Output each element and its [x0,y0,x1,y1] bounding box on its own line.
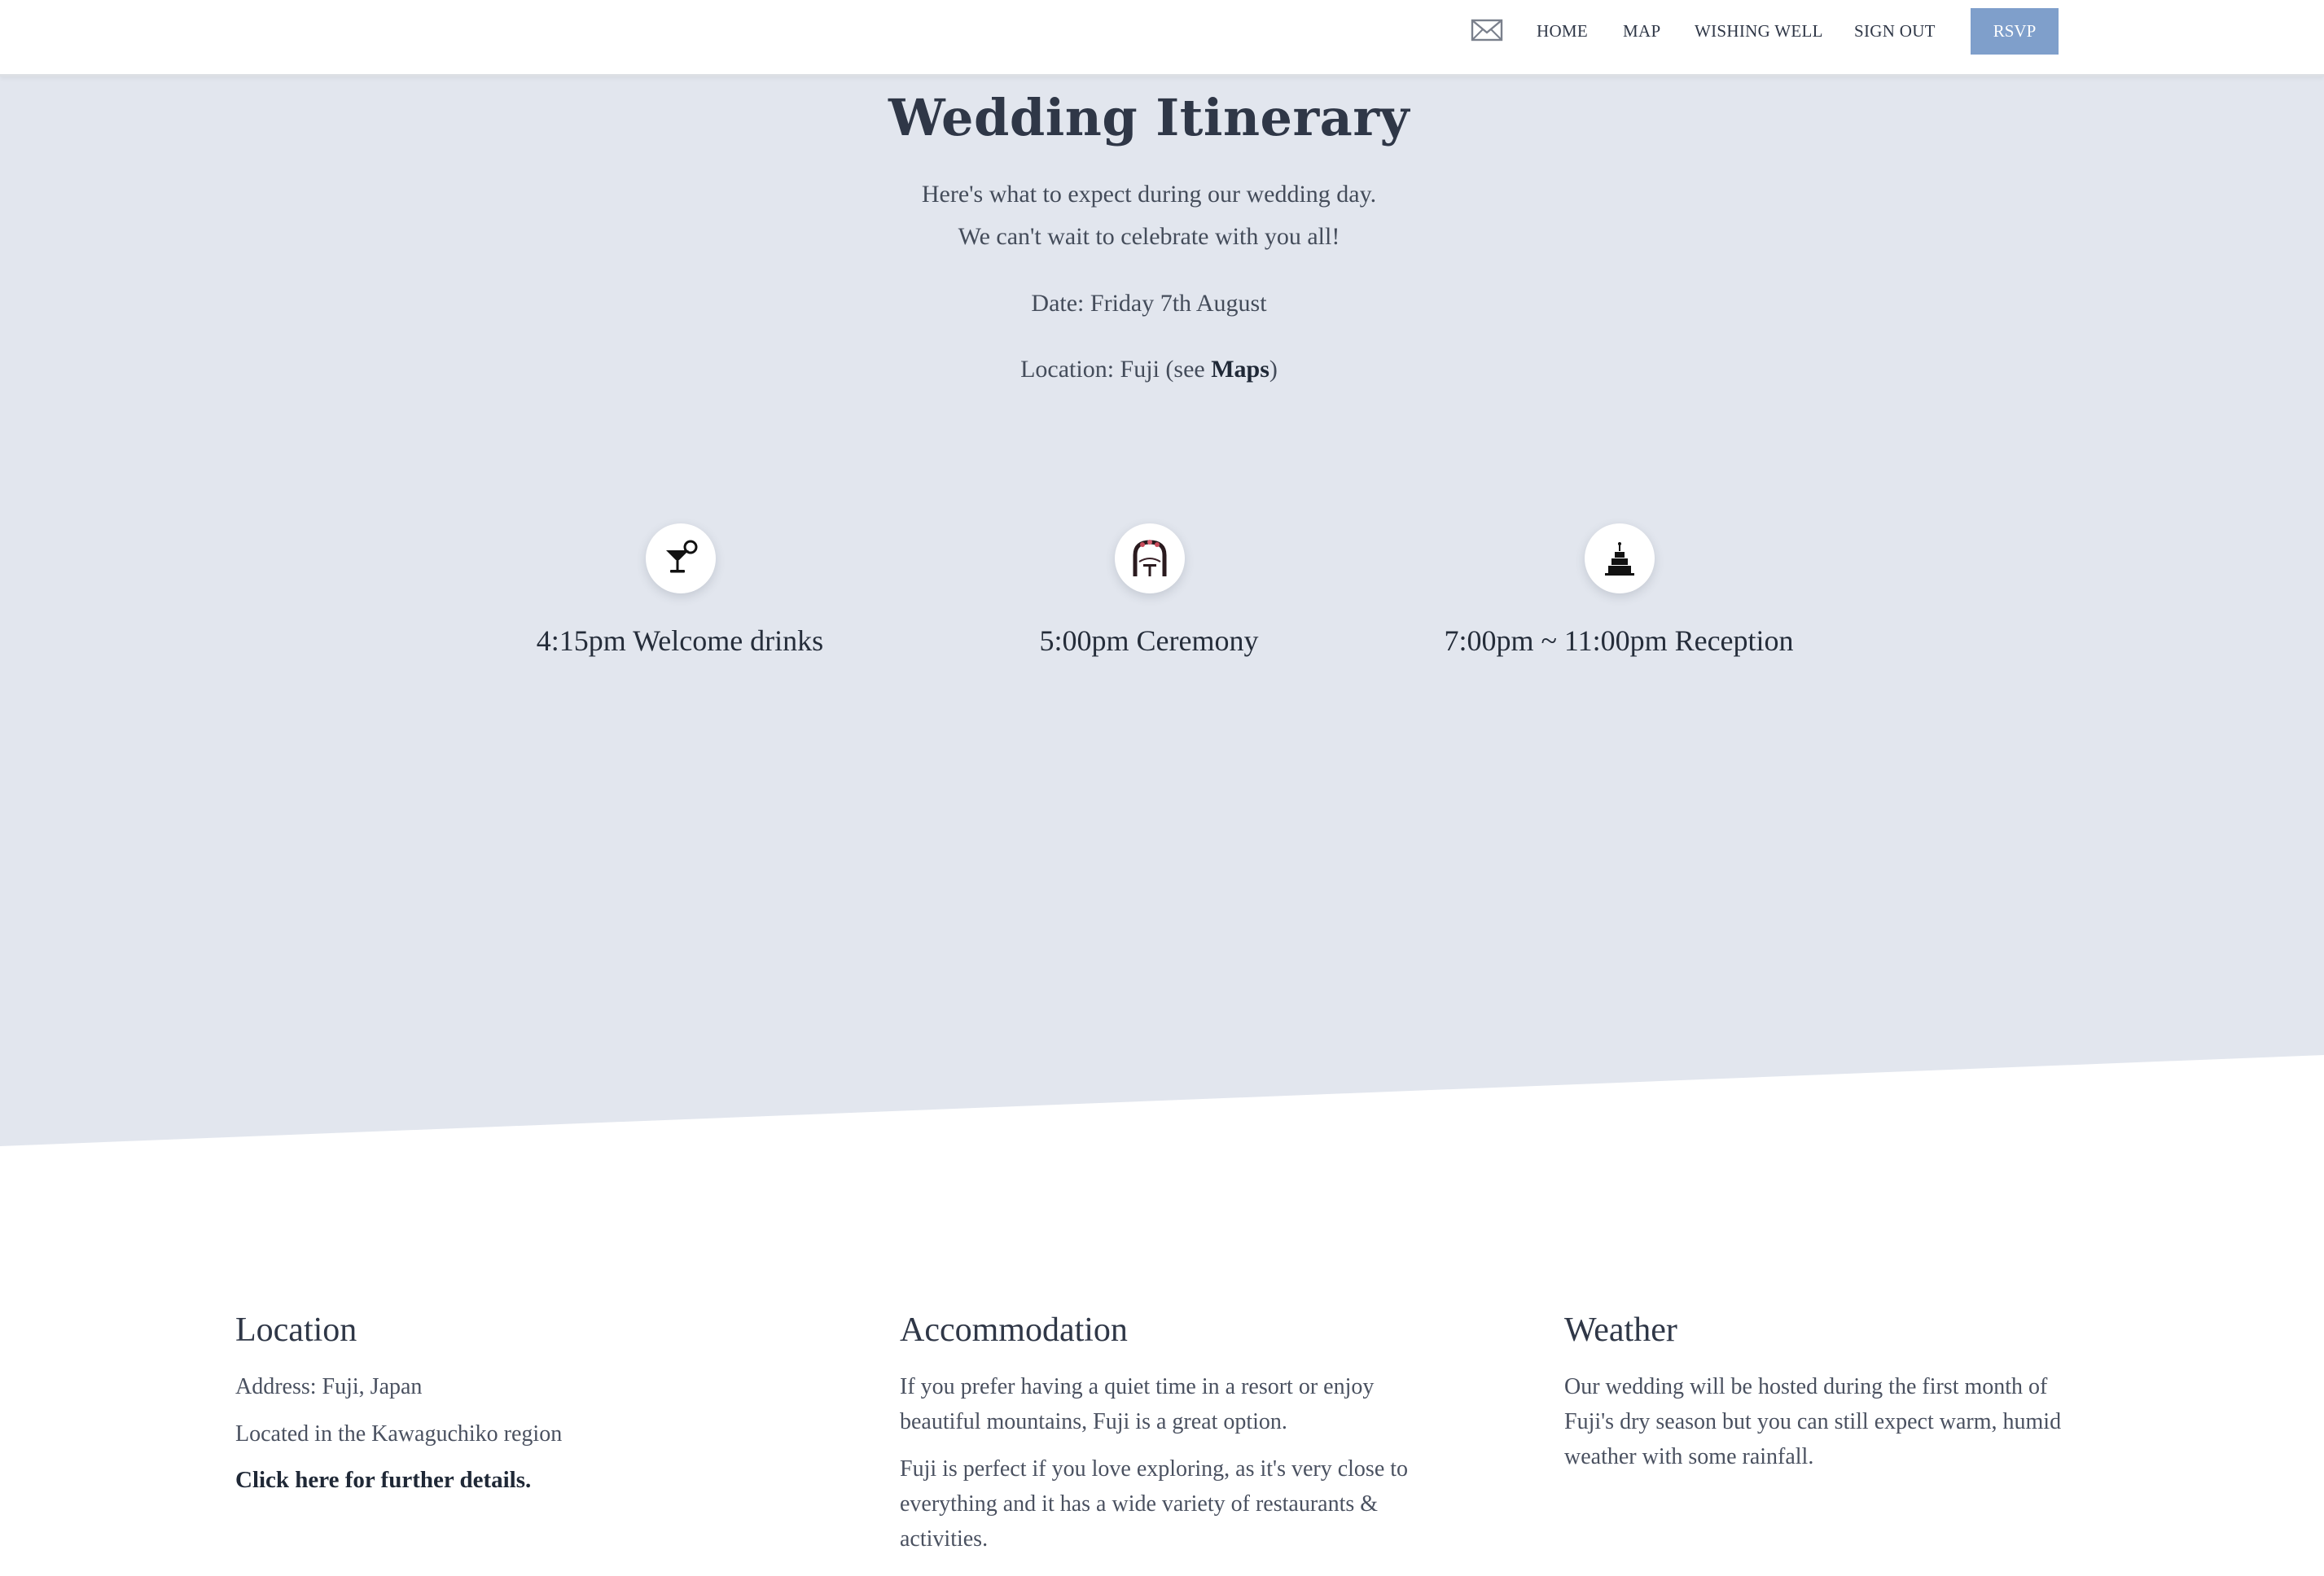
nav-map-link[interactable]: MAP [1623,21,1660,42]
event-label: 4:15pm Welcome drinks [536,624,824,657]
accommodation-paragraph-1: If you prefer having a quiet time in a r… [900,1374,1375,1434]
intro-line-1: Here's what to expect during our wedding… [921,181,1377,208]
location-heading: Location [235,1311,357,1349]
maps-link[interactable]: Maps [1211,356,1269,383]
wedding-location: Location: Fuji (see Maps) [0,356,2298,383]
event-label: 7:00pm ~ 11:00pm Reception [1444,624,1794,657]
accommodation-heading: Accommodation [900,1311,1128,1349]
weather-paragraph: Our wedding will be hosted during the fi… [1564,1374,2062,1469]
page-title: Wedding Itinerary [888,88,1410,147]
accommodation-paragraph-2: Fuji is perfect if you love exploring, a… [900,1456,1409,1552]
weather-heading: Weather [1564,1311,1677,1349]
wedding-cake-icon [1585,523,1655,593]
cocktail-icon [646,523,716,593]
event-label: 5:00pm Ceremony [1039,624,1259,657]
further-details-link[interactable]: Click here for further details. [235,1467,531,1493]
envelope-icon[interactable] [1471,18,1503,42]
top-navbar: HOME MAP WISHING WELL SIGN OUT RSVP [0,0,2324,77]
nav-sign-out-link[interactable]: SIGN OUT [1854,21,1936,42]
location-prefix: Location: Fuji (see [1020,356,1212,383]
location-region: Located in the Kawaguchiko region [235,1421,563,1447]
intro-line-2: We can't wait to celebrate with you all! [958,223,1340,250]
location-suffix: ) [1269,356,1278,383]
wedding-date: Date: Friday 7th August [1031,290,1267,317]
nav-wishing-well-link[interactable]: WISHING WELL [1695,21,1823,42]
nav-home-link[interactable]: HOME [1537,21,1588,42]
rsvp-button[interactable]: RSVP [1971,8,2059,55]
location-address: Address: Fuji, Japan [235,1374,423,1399]
wedding-arch-icon [1115,523,1185,593]
